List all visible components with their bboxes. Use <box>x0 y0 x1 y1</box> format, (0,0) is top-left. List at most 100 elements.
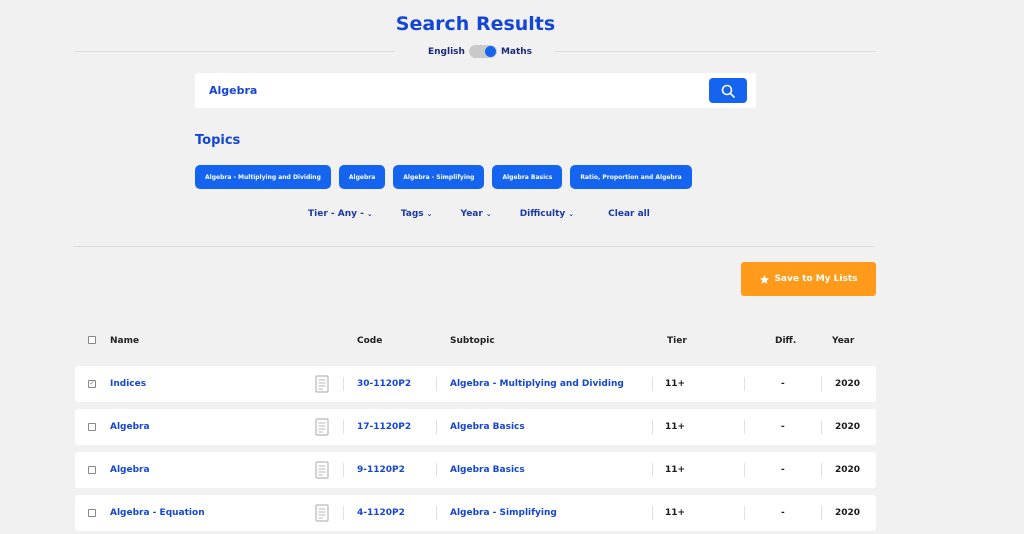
row-checkbox[interactable]: ✓ <box>88 380 96 388</box>
row-diff: - <box>781 508 785 518</box>
row-tier: 11+ <box>665 422 686 432</box>
column-separator <box>821 420 822 434</box>
column-separator <box>436 463 437 477</box>
row-diff: - <box>781 465 785 475</box>
clear-all-button[interactable]: Clear all <box>608 209 650 219</box>
row-name[interactable]: Algebra <box>110 409 150 445</box>
filter-year-label: Year <box>460 209 483 219</box>
switch-knob <box>484 46 496 57</box>
save-to-lists-button[interactable]: Save to My Lists <box>741 262 876 296</box>
toggle-label-english[interactable]: English <box>428 47 465 57</box>
topic-chip[interactable]: Algebra <box>338 165 386 189</box>
col-name-header[interactable]: Name <box>110 331 139 351</box>
filter-tier-label: Tier - Any - <box>308 209 364 219</box>
column-separator <box>343 463 344 477</box>
column-separator <box>652 506 653 520</box>
divider-right <box>555 51 876 52</box>
column-separator <box>821 506 822 520</box>
row-year: 2020 <box>835 465 861 475</box>
select-all-checkbox[interactable] <box>88 336 96 344</box>
search-icon <box>721 84 735 98</box>
col-subtopic-header[interactable]: Subtopic <box>450 331 495 351</box>
table-row[interactable]: Algebra - Equation 4-1120P2 Algebra - Simp… <box>75 495 876 531</box>
document-icon[interactable] <box>315 504 329 522</box>
topic-chips: Algebra - Multiplying and Dividing Algeb… <box>195 165 692 189</box>
subject-toggle: English Maths <box>428 45 532 58</box>
column-separator <box>436 377 437 391</box>
column-separator <box>744 506 745 520</box>
topic-chip[interactable]: Algebra Basics <box>492 165 563 189</box>
column-separator <box>821 463 822 477</box>
row-subtopic[interactable]: Algebra Basics <box>450 409 525 445</box>
col-code-header[interactable]: Code <box>357 331 382 351</box>
row-name[interactable]: Algebra <box>110 452 150 488</box>
chevron-down-icon: ⌄ <box>426 210 433 218</box>
filter-tier[interactable]: Tier - Any - ⌄ <box>308 209 373 219</box>
document-icon[interactable] <box>315 375 329 393</box>
filter-difficulty[interactable]: Difficulty ⌄ <box>520 209 574 219</box>
row-name[interactable]: Algebra - Equation <box>110 495 205 531</box>
row-tier: 11+ <box>665 379 686 389</box>
search-bar <box>195 73 756 108</box>
column-separator <box>744 377 745 391</box>
column-separator <box>436 506 437 520</box>
row-year: 2020 <box>835 422 861 432</box>
topics-heading: Topics <box>195 133 241 148</box>
row-name[interactable]: Indices <box>110 366 146 402</box>
col-diff-header[interactable]: Diff. <box>775 331 796 351</box>
toggle-label-maths[interactable]: Maths <box>501 47 532 57</box>
row-code: 17-1120P2 <box>357 422 412 432</box>
column-separator <box>436 420 437 434</box>
column-separator <box>343 377 344 391</box>
chevron-down-icon: ⌄ <box>485 210 492 218</box>
row-year: 2020 <box>835 508 861 518</box>
save-button-label: Save to My Lists <box>774 274 858 284</box>
topic-chip[interactable]: Ratio, Proportion and Algebra <box>570 165 692 189</box>
filter-bar: Tier - Any - ⌄ Tags ⌄ Year ⌄ Difficulty ⌄ Cl… <box>308 209 650 219</box>
column-separator <box>744 420 745 434</box>
row-diff: - <box>781 422 785 432</box>
row-subtopic[interactable]: Algebra - Simplifying <box>450 495 557 531</box>
row-tier: 11+ <box>665 465 686 475</box>
topic-chip[interactable]: Algebra - Multiplying and Dividing <box>195 165 331 189</box>
column-separator <box>343 506 344 520</box>
row-year: 2020 <box>835 379 861 389</box>
table-row[interactable]: Algebra 9-1120P2 Algebra Basics 11+ - 2020 <box>75 452 876 488</box>
column-separator <box>821 377 822 391</box>
divider-left <box>75 51 395 52</box>
search-input[interactable] <box>209 73 689 108</box>
row-checkbox[interactable] <box>88 509 96 517</box>
row-code: 9-1120P2 <box>357 465 405 475</box>
filter-difficulty-label: Difficulty <box>519 209 566 219</box>
page-title: Search Results <box>395 13 556 35</box>
col-tier-header[interactable]: Tier <box>667 331 687 351</box>
row-code: 30-1120P2 <box>357 379 412 389</box>
row-tier: 11+ <box>665 508 686 518</box>
row-checkbox[interactable] <box>88 423 96 431</box>
column-separator <box>652 463 653 477</box>
table-row[interactable]: ✓ Indices 30-1120P2 Algebra - Multiplying a… <box>75 366 876 402</box>
table-header: Name Code Subtopic Tier Diff. Year <box>75 331 876 351</box>
column-separator <box>652 420 653 434</box>
column-separator <box>652 377 653 391</box>
topic-chip[interactable]: Algebra - Simplifying <box>393 165 485 189</box>
col-year-header[interactable]: Year <box>832 331 854 351</box>
row-checkbox[interactable] <box>88 466 96 474</box>
document-icon[interactable] <box>315 461 329 479</box>
filter-year[interactable]: Year ⌄ <box>461 209 492 219</box>
chevron-down-icon: ⌄ <box>366 210 373 218</box>
document-icon[interactable] <box>315 418 329 436</box>
divider-middle <box>73 246 874 247</box>
column-separator <box>744 463 745 477</box>
subject-switch[interactable] <box>468 45 497 58</box>
filter-tags-label: Tags <box>400 209 424 219</box>
column-separator <box>343 420 344 434</box>
filter-tags[interactable]: Tags ⌄ <box>401 209 433 219</box>
table-row[interactable]: Algebra 17-1120P2 Algebra Basics 11+ - 2020 <box>75 409 876 445</box>
row-subtopic[interactable]: Algebra - Multiplying and Dividing <box>450 366 624 402</box>
row-diff: - <box>781 379 785 389</box>
search-button[interactable] <box>709 78 747 103</box>
row-subtopic[interactable]: Algebra Basics <box>450 452 525 488</box>
row-code: 4-1120P2 <box>357 508 405 518</box>
chevron-down-icon: ⌄ <box>568 210 575 218</box>
